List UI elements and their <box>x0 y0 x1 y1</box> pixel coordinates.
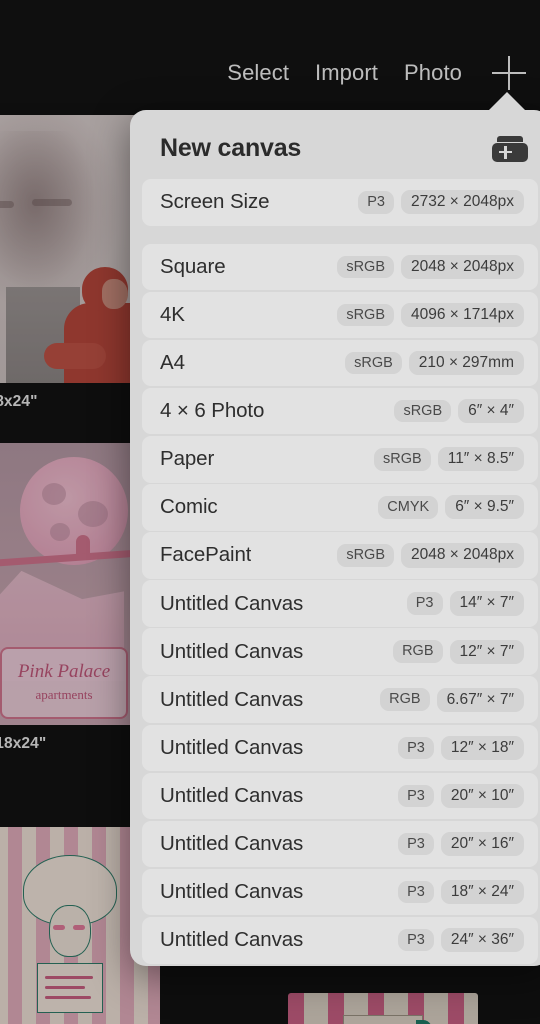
dimensions-badge: 20″ × 10″ <box>440 783 524 809</box>
canvas-preset-row[interactable]: A4 sRGB 210 × 297mm <box>142 339 538 387</box>
canvas-preset-row[interactable]: 4 × 6 Photo sRGB 6″ × 4″ <box>142 387 538 435</box>
canvas-preset-row[interactable]: FacePaint sRGB 2048 × 2048px <box>142 532 538 579</box>
canvas-preset-name: FacePaint <box>160 543 252 567</box>
canvas-preset-name: Screen Size <box>160 190 270 214</box>
dimensions-badge: 2048 × 2048px <box>401 543 524 568</box>
canvas-preset-meta: sRGB 6″ × 4″ <box>394 399 524 424</box>
canvas-preset-name: Untitled Canvas <box>160 928 304 952</box>
dimensions-badge: 18″ × 24″ <box>440 879 524 905</box>
new-canvas-icon-lid <box>497 135 523 142</box>
color-profile-badge: P3 <box>398 880 434 904</box>
canvas-preset-meta: sRGB 11″ × 8.5″ <box>374 447 524 472</box>
popover-arrow <box>488 92 526 111</box>
canvas-preset-name: Untitled Canvas <box>160 832 304 856</box>
color-profile-badge: P3 <box>398 784 434 808</box>
color-profile-badge: sRGB <box>394 399 452 423</box>
new-canvas-icon-plus <box>504 145 507 159</box>
color-profile-badge: P3 <box>398 928 434 952</box>
color-profile-badge: P3 <box>358 191 394 214</box>
canvas-preset-meta: CMYK 6″ × 9.5″ <box>378 495 524 520</box>
color-profile-badge: CMYK <box>378 496 439 519</box>
canvas-preset-meta: P3 2732 × 2048px <box>358 190 524 215</box>
canvas-preset-meta: sRGB 2048 × 2048px <box>337 543 524 568</box>
color-profile-badge: sRGB <box>345 351 402 375</box>
canvas-preset-name: 4 × 6 Photo <box>160 399 265 423</box>
dimensions-badge: 24″ × 36″ <box>440 928 524 953</box>
canvas-preset-meta: P3 14″ × 7″ <box>406 591 524 616</box>
canvas-preset-meta: P3 12″ × 18″ <box>398 735 524 760</box>
canvas-preset-row[interactable]: Comic CMYK 6″ × 9.5″ <box>142 484 538 531</box>
canvas-preset-name: Paper <box>160 447 215 471</box>
dimensions-badge: 20″ × 16″ <box>440 831 524 857</box>
canvas-preset-name: Square <box>160 254 226 278</box>
new-canvas-popover: New canvas Screen Size P3 2732 × 2048px Squ… <box>130 110 540 966</box>
canvas-preset-name: 4K <box>160 302 185 326</box>
dimensions-badge: 14″ × 7″ <box>449 591 524 616</box>
dimensions-badge: 6.67″ × 7″ <box>436 687 524 712</box>
canvas-preset-row[interactable]: Untitled Canvas RGB 6.67″ × 7″ <box>142 676 538 724</box>
canvas-preset-row[interactable]: Untitled Canvas RGB 12″ × 7″ <box>142 628 538 675</box>
canvas-preset-meta: sRGB 210 × 297mm <box>345 350 524 376</box>
dimensions-badge: 12″ × 18″ <box>440 735 524 760</box>
new-canvas-icon[interactable] <box>492 135 528 162</box>
color-profile-badge: sRGB <box>374 448 431 471</box>
canvas-preset-row[interactable]: 4K sRGB 4096 × 1714px <box>142 291 538 339</box>
presets-group: Square sRGB 2048 × 2048px 4K sRGB 4096 × 1714… <box>142 243 538 964</box>
canvas-preset-meta: P3 20″ × 10″ <box>398 783 524 809</box>
color-profile-badge: P3 <box>398 736 434 760</box>
color-profile-badge: P3 <box>398 832 434 856</box>
color-profile-badge: RGB <box>393 640 443 663</box>
dimensions-badge: 2048 × 2048px <box>401 254 524 280</box>
color-profile-badge: sRGB <box>337 544 394 567</box>
dimensions-badge: 2732 × 2048px <box>401 190 524 215</box>
canvas-preset-name: Untitled Canvas <box>160 639 304 663</box>
canvas-preset-list[interactable]: Screen Size P3 2732 × 2048px Square sRGB 2048… <box>130 179 540 966</box>
canvas-preset-meta: sRGB 4096 × 1714px <box>337 302 524 328</box>
color-profile-badge: P3 <box>406 592 443 615</box>
dimensions-badge: 11″ × 8.5″ <box>437 447 524 472</box>
canvas-preset-name: Untitled Canvas <box>160 735 304 759</box>
page-title: New canvas <box>160 134 302 162</box>
canvas-preset-meta: P3 20″ × 16″ <box>398 831 524 857</box>
procreate-gallery-screen: ht Club 18x24" × 24" Pink Palace apartme… <box>0 0 540 1024</box>
popover-header: New canvas <box>130 110 540 179</box>
canvas-preset-name: A4 <box>160 351 185 375</box>
canvas-preset-row[interactable]: Screen Size P3 2732 × 2048px <box>142 179 538 226</box>
canvas-preset-meta: P3 24″ × 36″ <box>398 928 524 953</box>
dimensions-badge: 12″ × 7″ <box>449 639 524 664</box>
canvas-preset-row[interactable]: Untitled Canvas P3 14″ × 7″ <box>142 580 538 627</box>
color-profile-badge: sRGB <box>337 303 394 327</box>
canvas-preset-name: Comic <box>160 495 218 519</box>
canvas-preset-meta: sRGB 2048 × 2048px <box>337 254 524 280</box>
dimensions-badge: 4096 × 1714px <box>401 302 524 328</box>
dimensions-badge: 210 × 297mm <box>408 350 524 376</box>
dimensions-badge: 6″ × 9.5″ <box>445 495 524 520</box>
canvas-preset-meta: RGB 12″ × 7″ <box>393 639 524 664</box>
canvas-preset-row[interactable]: Untitled Canvas P3 20″ × 16″ <box>142 820 538 868</box>
canvas-preset-row[interactable]: Square sRGB 2048 × 2048px <box>142 243 538 291</box>
color-profile-badge: sRGB <box>337 255 394 279</box>
canvas-preset-name: Untitled Canvas <box>160 687 304 711</box>
canvas-preset-name: Untitled Canvas <box>160 880 304 904</box>
dimensions-badge: 6″ × 4″ <box>458 399 524 424</box>
canvas-preset-row[interactable]: Paper sRGB 11″ × 8.5″ <box>142 435 538 483</box>
screen-size-group: Screen Size P3 2732 × 2048px <box>142 179 538 226</box>
canvas-preset-row[interactable]: Untitled Canvas P3 24″ × 36″ <box>142 916 538 964</box>
canvas-preset-meta: P3 18″ × 24″ <box>398 879 524 905</box>
canvas-preset-name: Untitled Canvas <box>160 591 304 615</box>
color-profile-badge: RGB <box>380 688 430 711</box>
canvas-preset-row[interactable]: Untitled Canvas P3 20″ × 10″ <box>142 772 538 820</box>
canvas-preset-row[interactable]: Untitled Canvas P3 12″ × 18″ <box>142 724 538 772</box>
canvas-preset-name: Untitled Canvas <box>160 783 304 807</box>
canvas-preset-row[interactable]: Untitled Canvas P3 18″ × 24″ <box>142 868 538 916</box>
canvas-preset-meta: RGB 6.67″ × 7″ <box>380 687 524 712</box>
